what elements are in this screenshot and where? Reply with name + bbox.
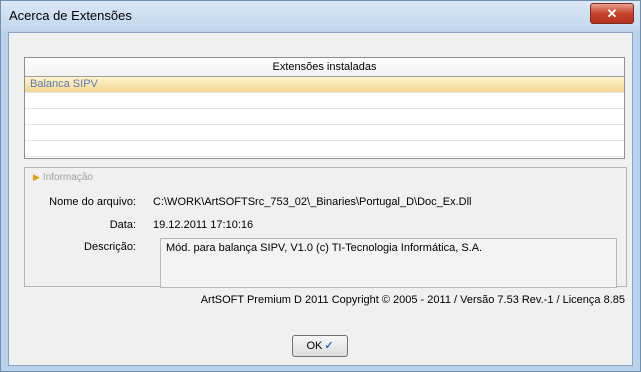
title-bar: Acerca de Extensões ✕ <box>1 1 640 31</box>
date-value: 19.12.2011 17:10:16 <box>153 219 254 231</box>
list-item[interactable]: Balanca SIPV <box>25 77 624 93</box>
ok-button-label: OK <box>306 340 323 352</box>
description-value: Mód. para balança SIPV, V1.0 (c) TI-Tecn… <box>166 242 483 254</box>
close-button[interactable]: ✕ <box>590 3 634 24</box>
ok-button[interactable]: OK ✓ <box>292 335 348 357</box>
list-item-empty <box>25 109 624 125</box>
date-label: Data: <box>109 219 136 231</box>
file-label: Nome do arquivo: <box>49 196 136 208</box>
close-icon: ✕ <box>606 6 618 21</box>
copyright-text: ArtSOFT Premium D 2011 Copyright © 2005 … <box>200 294 625 306</box>
list-item-empty <box>25 125 624 141</box>
extensions-list-header[interactable]: Extensões instaladas <box>25 58 624 77</box>
list-item-empty <box>25 93 624 109</box>
list-item-empty <box>25 141 624 157</box>
description-label: Descrição: <box>84 241 136 253</box>
info-legend-label: Informação <box>42 172 93 183</box>
window-title: Acerca de Extensões <box>9 8 132 23</box>
file-value: C:\WORK\ArtSOFTSrc_753_02\_Binaries\Port… <box>153 196 472 208</box>
pencil-icon: ▶ <box>33 172 40 182</box>
extensions-list[interactable]: Extensões instaladas Balanca SIPV <box>24 57 625 159</box>
checkmark-icon: ✓ <box>324 340 334 352</box>
info-group-legend: ▶ Informação <box>33 172 93 183</box>
description-field[interactable]: Mód. para balança SIPV, V1.0 (c) TI-Tecn… <box>160 238 617 288</box>
